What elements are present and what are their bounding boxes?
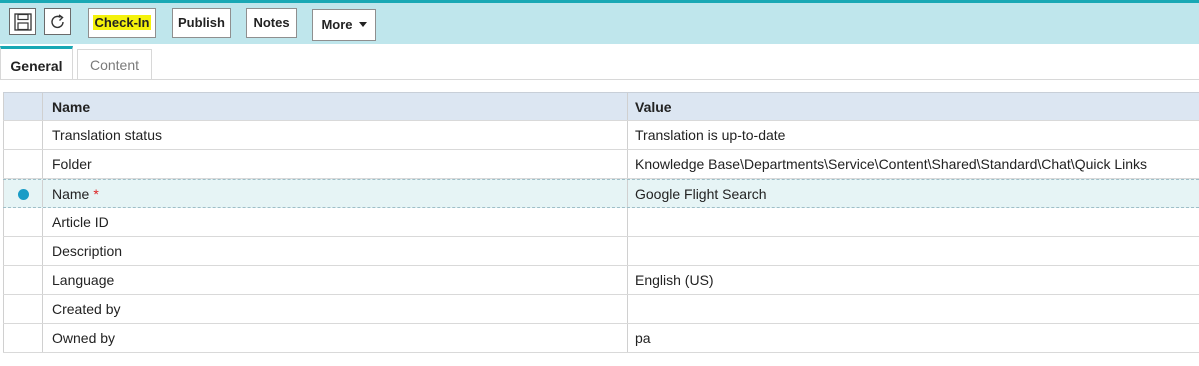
caret-down-icon — [358, 22, 367, 27]
row-indicator — [3, 295, 43, 323]
tab-divider — [0, 79, 1199, 80]
notes-label: Notes — [253, 15, 290, 30]
table-row[interactable]: Folder Knowledge Base\Departments\Servic… — [3, 150, 1199, 179]
property-name: Created by — [43, 295, 628, 323]
check-in-label: Check-In — [92, 15, 152, 30]
row-indicator — [3, 121, 43, 149]
row-indicator — [3, 266, 43, 294]
notes-button[interactable]: Notes — [246, 8, 297, 38]
property-value[interactable] — [628, 237, 1199, 265]
tab-content[interactable]: Content — [77, 49, 152, 80]
row-indicator — [3, 237, 43, 265]
table-row[interactable]: Article ID — [3, 208, 1199, 237]
property-name: Name * — [43, 180, 628, 207]
property-name: Description — [43, 237, 628, 265]
publish-label: Publish — [178, 15, 225, 30]
refresh-button[interactable] — [44, 8, 71, 35]
check-in-button[interactable]: Check-In — [88, 8, 156, 38]
grid-header-row: Name Value — [3, 92, 1199, 121]
more-dropdown-button[interactable]: More — [312, 9, 376, 41]
publish-button[interactable]: Publish — [172, 8, 231, 38]
property-value[interactable] — [628, 208, 1199, 236]
property-value[interactable]: Google Flight Search — [628, 180, 1199, 207]
table-row[interactable]: Description — [3, 237, 1199, 266]
more-label: More — [321, 17, 353, 32]
row-indicator — [3, 324, 43, 352]
row-indicator — [3, 150, 43, 178]
table-row[interactable]: Language English (US) — [3, 266, 1199, 295]
save-icon — [14, 13, 32, 31]
property-value[interactable]: pa — [628, 324, 1199, 352]
property-name: Folder — [43, 150, 628, 178]
property-value[interactable]: Knowledge Base\Departments\Service\Conte… — [628, 150, 1199, 178]
row-indicator — [3, 180, 43, 207]
row-indicator — [3, 208, 43, 236]
tab-general[interactable]: General — [0, 46, 73, 80]
save-button[interactable] — [9, 8, 36, 35]
property-name: Language — [43, 266, 628, 294]
indicator-column-header — [3, 93, 43, 120]
refresh-icon — [51, 14, 64, 29]
table-row[interactable]: Created by — [3, 295, 1199, 324]
required-asterisk: * — [93, 186, 99, 202]
tab-bar: General Content — [0, 46, 1199, 80]
table-row-selected[interactable]: Name * Google Flight Search — [3, 179, 1199, 208]
current-row-dot-icon — [18, 189, 29, 200]
toolbar: Check-In Publish Notes More — [0, 3, 1199, 44]
property-value[interactable]: Translation is up-to-date — [628, 121, 1199, 149]
property-name: Article ID — [43, 208, 628, 236]
property-name-label: Name — [52, 186, 90, 202]
table-row[interactable]: Owned by pa — [3, 324, 1199, 353]
property-value[interactable]: English (US) — [628, 266, 1199, 294]
properties-grid: Name Value Translation status Translatio… — [3, 92, 1199, 353]
value-column-header[interactable]: Value — [628, 93, 1199, 120]
table-row[interactable]: Translation status Translation is up-to-… — [3, 121, 1199, 150]
property-name: Translation status — [43, 121, 628, 149]
name-column-header[interactable]: Name — [43, 93, 628, 120]
property-value[interactable] — [628, 295, 1199, 323]
property-name: Owned by — [43, 324, 628, 352]
